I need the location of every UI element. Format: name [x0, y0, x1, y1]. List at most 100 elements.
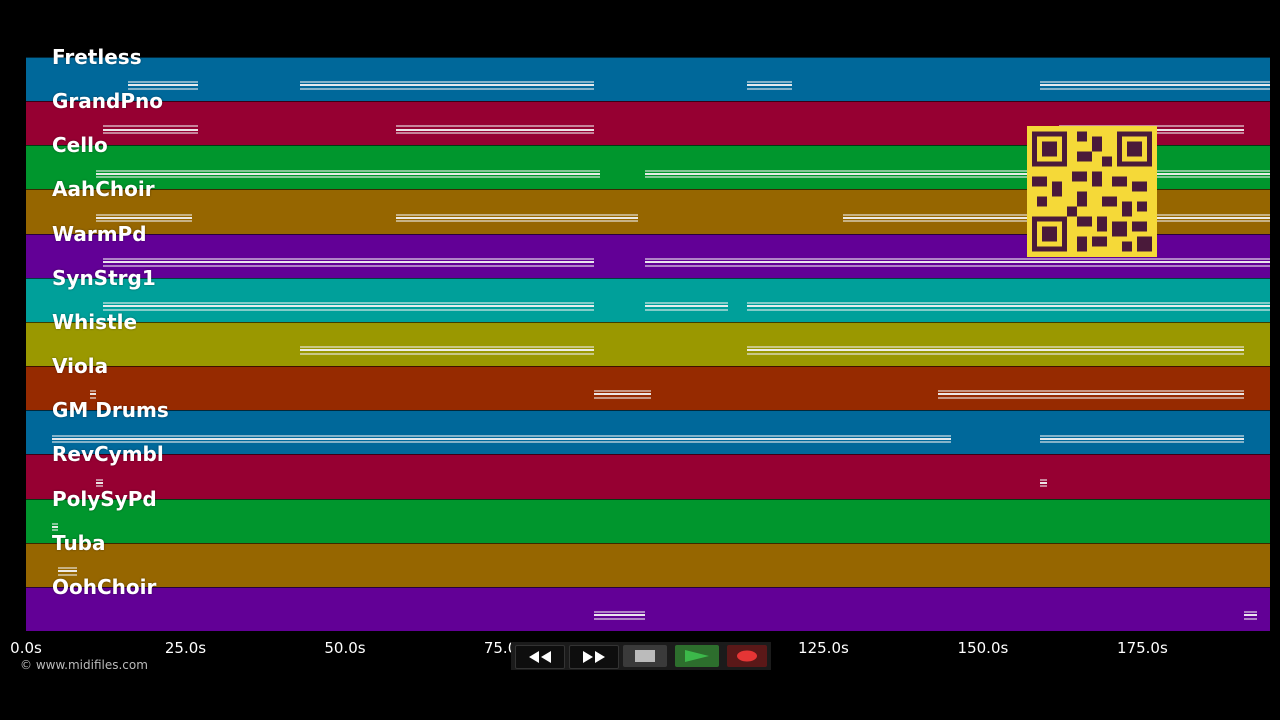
stop-button[interactable]: [623, 645, 667, 667]
note-bar: [593, 611, 645, 614]
note-bar: [746, 302, 1270, 305]
note-bar: [746, 308, 1270, 311]
note-bar: [1040, 441, 1245, 444]
note-bar: [1244, 614, 1258, 617]
note-bar: [396, 125, 594, 128]
track-label: Tuba: [52, 530, 106, 555]
note-bar: [96, 216, 192, 219]
note-bar: [593, 396, 652, 399]
note-bar: [644, 172, 1270, 175]
note-bar: [102, 260, 594, 263]
track-lane[interactable]: [26, 366, 1270, 411]
note-bar: [644, 257, 1270, 260]
note-bar: [1244, 617, 1258, 620]
note-bar: [89, 390, 97, 393]
note-bar: [300, 81, 594, 84]
track-lane[interactable]: [26, 410, 1270, 455]
track-lane[interactable]: [26, 586, 1270, 631]
note-bar: [1040, 87, 1270, 90]
note-bar: [1040, 485, 1047, 488]
note-bar: [938, 396, 1245, 399]
note-bar: [593, 390, 652, 393]
copyright-text: © www.midifiles.com: [20, 658, 148, 672]
track-label: AahChoir: [52, 177, 155, 202]
note-bar: [300, 352, 594, 355]
note-bar: [593, 617, 645, 620]
note-bar: [96, 478, 103, 481]
track-lane[interactable]: [26, 498, 1270, 543]
note-bar: [51, 441, 952, 444]
fast-forward-icon: [583, 651, 605, 663]
note-bar: [102, 302, 594, 305]
note-bar: [1040, 84, 1270, 87]
track-lane[interactable]: [26, 321, 1270, 367]
note-bar: [644, 308, 728, 311]
note-bar: [96, 172, 601, 175]
note-bar: [746, 346, 1245, 349]
note-bar: [102, 305, 594, 308]
note-bar: [128, 84, 199, 87]
note-bar: [644, 260, 1270, 263]
note-bar: [51, 522, 58, 525]
note-bar: [57, 566, 78, 569]
note-bar: [593, 393, 652, 396]
note-bar: [746, 87, 792, 90]
note-bar: [51, 437, 952, 440]
rewind-button[interactable]: [515, 645, 565, 669]
note-bar: [644, 169, 1270, 172]
track-label: RevCymbl: [52, 442, 164, 467]
note-bar: [102, 308, 594, 311]
note-bar: [300, 349, 594, 352]
note-bar: [128, 81, 199, 84]
track-label: Cello: [52, 133, 108, 158]
note-bar: [1040, 478, 1047, 481]
transport-controls: [511, 642, 771, 670]
note-bar: [102, 128, 199, 131]
note-bar: [51, 434, 952, 437]
play-button[interactable]: [675, 645, 719, 667]
track-label: Fretless: [52, 45, 142, 69]
track-lane[interactable]: [26, 542, 1270, 587]
tick-label: 25.0s: [164, 639, 207, 657]
play-icon: [685, 650, 709, 662]
note-bar: [746, 81, 792, 84]
track-label: PolySyPd: [52, 486, 157, 511]
note-bar: [102, 125, 199, 128]
note-bar: [96, 481, 103, 484]
note-bar: [644, 176, 1270, 179]
note-bar: [644, 305, 728, 308]
note-bar: [300, 84, 594, 87]
track-label: SynStrg1: [52, 265, 156, 290]
tick-label: 125.0s: [798, 639, 849, 657]
note-bar: [1040, 481, 1047, 484]
rewind-icon: [529, 651, 551, 663]
fast-forward-button[interactable]: [569, 645, 619, 669]
note-bar: [300, 87, 594, 90]
note-bar: [102, 257, 594, 260]
note-bar: [396, 132, 594, 135]
note-bar: [396, 213, 639, 216]
track-lane[interactable]: [26, 57, 1270, 102]
note-bar: [1040, 437, 1245, 440]
note-bar: [644, 302, 728, 305]
track-label: GrandPno: [52, 89, 163, 114]
track-lane[interactable]: [26, 277, 1270, 322]
track-label: OohChoir: [52, 574, 157, 599]
tick-label: 175.0s: [1117, 639, 1168, 657]
note-bar: [746, 84, 792, 87]
note-bar: [300, 346, 594, 349]
record-button[interactable]: [727, 645, 767, 667]
note-bar: [1244, 611, 1258, 614]
note-bar: [89, 393, 97, 396]
tick-label: 50.0s: [324, 639, 366, 657]
note-bar: [96, 169, 601, 172]
track-label: GM Drums: [52, 398, 169, 423]
track-label: Viola: [52, 354, 109, 379]
track-lane[interactable]: [26, 454, 1270, 499]
track-label: Whistle: [52, 309, 138, 334]
note-bar: [644, 264, 1270, 267]
note-bar: [746, 349, 1245, 352]
note-bar: [746, 305, 1270, 308]
note-bar: [938, 393, 1245, 396]
tick-label: 0.0s: [10, 639, 42, 657]
